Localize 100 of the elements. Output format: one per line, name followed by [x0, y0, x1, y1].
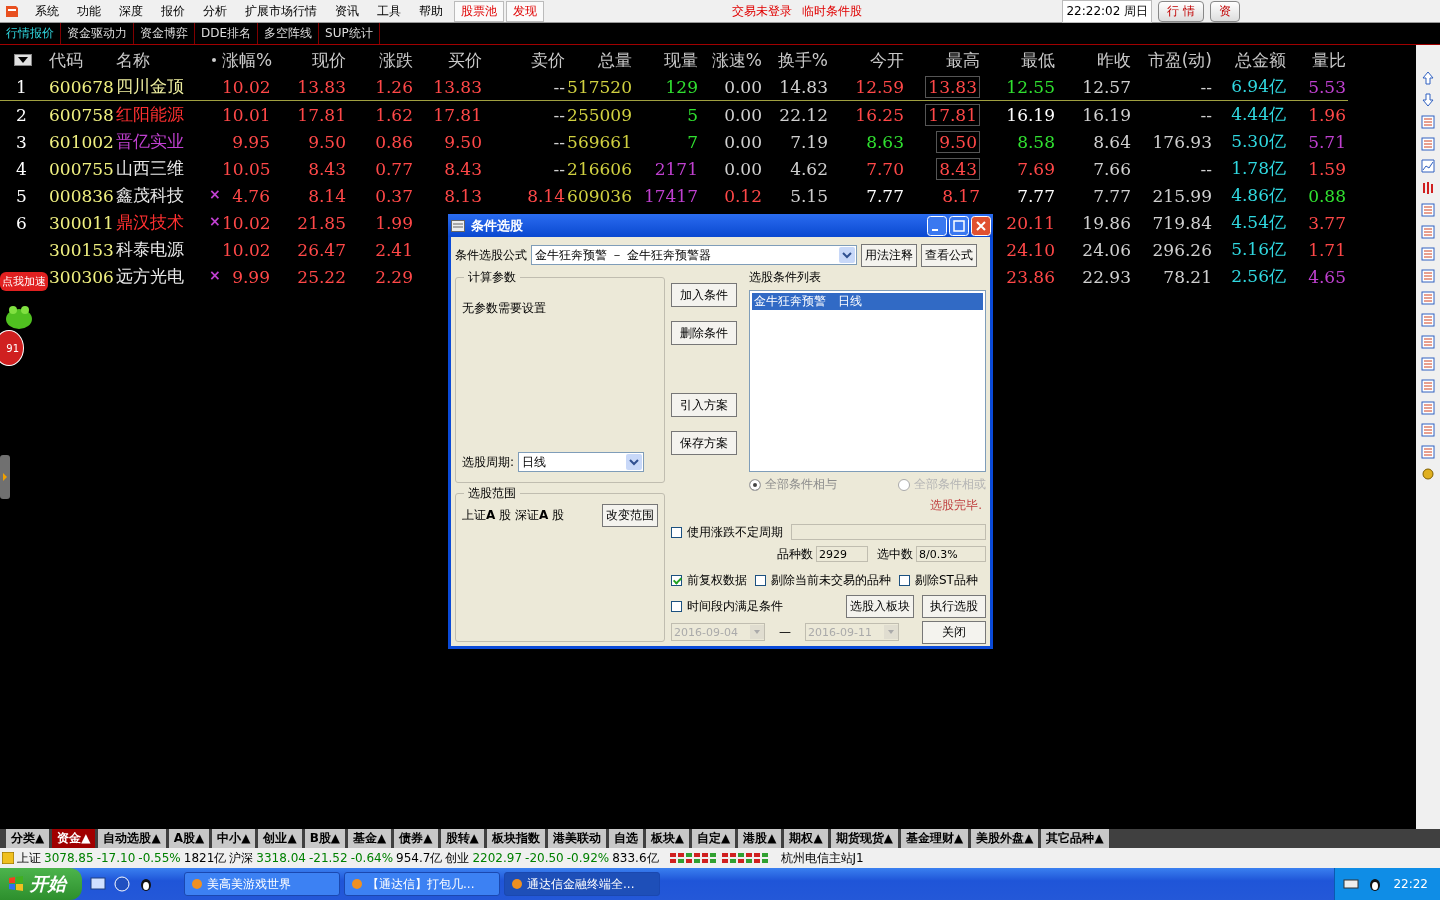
menu-item[interactable]: 深度 — [110, 2, 152, 20]
market-tab[interactable]: 港股▲ — [738, 829, 782, 848]
toolbar-icon[interactable] — [1421, 291, 1435, 305]
toolbar-icon[interactable] — [1421, 181, 1435, 195]
market-tab[interactable]: A股▲ — [168, 829, 210, 848]
column-header[interactable]: 代码 — [49, 49, 83, 70]
run-button[interactable]: 执行选股 — [922, 594, 986, 618]
menu-item[interactable]: 工具 — [368, 2, 410, 20]
toolbar-icon[interactable] — [1421, 445, 1435, 459]
add-to-block-button[interactable]: 选股入板块 — [846, 594, 914, 618]
tab[interactable]: SUP统计 — [319, 23, 380, 44]
column-header[interactable]: 量比 — [1312, 49, 1346, 70]
column-header[interactable]: 卖价 — [531, 49, 565, 70]
tab[interactable]: 资金博弈 — [134, 23, 195, 44]
column-header[interactable]: 总金额 — [1235, 49, 1286, 70]
market-tab[interactable]: 港美联动 — [547, 829, 606, 848]
checkbox[interactable]: 使用涨跌不定周期 — [671, 523, 783, 541]
mascot-icon[interactable] — [4, 304, 34, 330]
action-button[interactable]: 引入方案 — [671, 393, 737, 417]
close-dialog-button[interactable]: 关闭 — [922, 620, 986, 644]
market-tab[interactable]: 自定▲ — [692, 829, 736, 848]
column-header[interactable]: 昨收 — [1097, 49, 1131, 70]
toolbar-icon[interactable] — [1421, 379, 1435, 393]
market-tab[interactable]: 创业▲ — [258, 829, 302, 848]
column-header[interactable]: 最低 — [1021, 49, 1055, 70]
toolbar-icon[interactable] — [1421, 313, 1435, 327]
menu-item[interactable]: 分析 — [194, 2, 236, 20]
column-header[interactable]: 现价 — [312, 49, 346, 70]
menu-item[interactable]: 功能 — [68, 2, 110, 20]
arrow-icon[interactable] — [1421, 93, 1435, 107]
market-tab[interactable]: 期权▲ — [784, 829, 828, 848]
collapse-tab-icon[interactable] — [0, 455, 10, 499]
column-header[interactable]: 市盈(动) — [1147, 49, 1212, 70]
toolbar-icon[interactable] — [1421, 115, 1435, 129]
market-tab[interactable]: 基金▲ — [348, 829, 392, 848]
menu-item[interactable]: 系统 — [26, 2, 68, 20]
taskbar-button[interactable]: 【通达信】打包几... — [344, 872, 500, 896]
checkbox[interactable]: 时间段内满足条件 — [671, 597, 838, 615]
market-tab[interactable]: 自选 — [608, 829, 643, 848]
market-tab[interactable]: 股转▲ — [440, 829, 484, 848]
notice-link[interactable]: 临时条件股 — [802, 2, 863, 20]
top-button[interactable]: 资 — [1210, 0, 1240, 22]
tab[interactable]: 资金驱动力 — [61, 23, 134, 44]
action-button[interactable]: 加入条件 — [671, 283, 737, 307]
column-header[interactable]: 涨速% — [711, 49, 762, 70]
toolbar-icon[interactable] — [1421, 247, 1435, 261]
column-header[interactable]: 换手% — [777, 49, 828, 70]
menu-tab[interactable]: 股票池 — [454, 0, 504, 22]
taskbar-button[interactable]: 美高美游戏世界 — [184, 872, 340, 896]
column-header[interactable]: 最高 — [946, 49, 980, 70]
toolbar-icon[interactable] — [1421, 269, 1435, 283]
tab[interactable]: DDE排名 — [195, 23, 259, 44]
checkbox[interactable]: 剔除ST品种 — [899, 571, 978, 589]
action-button[interactable]: 保存方案 — [671, 431, 737, 455]
taskbar-button[interactable]: 通达信金融终端全... — [504, 872, 660, 896]
toolbar-icon[interactable] — [1421, 225, 1435, 239]
toolbar-icon[interactable] — [1421, 357, 1435, 371]
penguin-icon[interactable] — [138, 876, 154, 892]
menu-item[interactable]: 扩展市场行情 — [236, 2, 326, 20]
notice-link[interactable]: 交易未登录 — [732, 2, 793, 20]
period-dropdown[interactable]: 日线 — [518, 452, 645, 472]
keyboard-icon[interactable] — [1343, 876, 1360, 892]
toolbar-icon[interactable] — [1421, 203, 1435, 217]
menu-tab[interactable]: 发现 — [506, 0, 544, 22]
market-tab[interactable]: 中小▲ — [212, 829, 256, 848]
toolbar-icon[interactable] — [1421, 137, 1435, 151]
action-button[interactable]: 删除条件 — [671, 321, 737, 345]
toolbar-icon[interactable] — [1421, 159, 1435, 173]
toolbar-icon[interactable] — [1421, 335, 1435, 349]
tab[interactable]: 行情报价 — [0, 23, 61, 44]
market-tab[interactable]: 美股外盘▲ — [971, 829, 1039, 848]
market-tab[interactable]: 其它品种▲ — [1041, 829, 1109, 848]
toolbar-icon[interactable] — [1421, 423, 1435, 437]
close-button[interactable] — [971, 215, 991, 236]
column-header[interactable]: 涨幅% — [222, 49, 273, 70]
speed-up-badge[interactable]: 点我加速 — [0, 272, 48, 291]
formula-dropdown[interactable]: 金牛狂奔预警 － 金牛狂奔预警器 — [531, 245, 857, 265]
market-tab[interactable]: 板块指数 — [486, 829, 545, 848]
column-header[interactable]: 总量 — [598, 49, 632, 70]
market-tab[interactable]: 板块▲ — [645, 829, 689, 848]
arrow-icon[interactable] — [1421, 71, 1435, 85]
market-tab[interactable]: 债券▲ — [394, 829, 438, 848]
market-tab[interactable]: 分类▲ — [6, 829, 50, 848]
menu-item[interactable]: 资讯 — [326, 2, 368, 20]
toolbar-icon[interactable] — [1421, 401, 1435, 415]
market-tab[interactable]: 自动选股▲ — [98, 829, 166, 848]
desktop-icon[interactable] — [90, 876, 106, 892]
market-tab[interactable]: 基金理财▲ — [900, 829, 969, 848]
checkbox[interactable]: 前复权数据 — [671, 571, 747, 589]
change-range-button[interactable]: 改变范围 — [602, 504, 658, 527]
maximize-button[interactable] — [949, 215, 969, 236]
column-header[interactable]: 名称 — [116, 49, 150, 70]
checkbox[interactable]: 剔除当前未交易的品种 — [755, 571, 891, 589]
column-header[interactable]: 涨跌 — [379, 49, 413, 70]
column-header[interactable]: 买价 — [448, 49, 482, 70]
market-tab[interactable]: 资金▲ — [52, 829, 96, 848]
column-menu-icon[interactable] — [13, 54, 32, 66]
list-item[interactable]: 金牛狂奔预警 日线 — [752, 293, 983, 310]
tab[interactable]: 多空阵线 — [258, 23, 320, 44]
menu-item[interactable]: 报价 — [152, 2, 194, 20]
